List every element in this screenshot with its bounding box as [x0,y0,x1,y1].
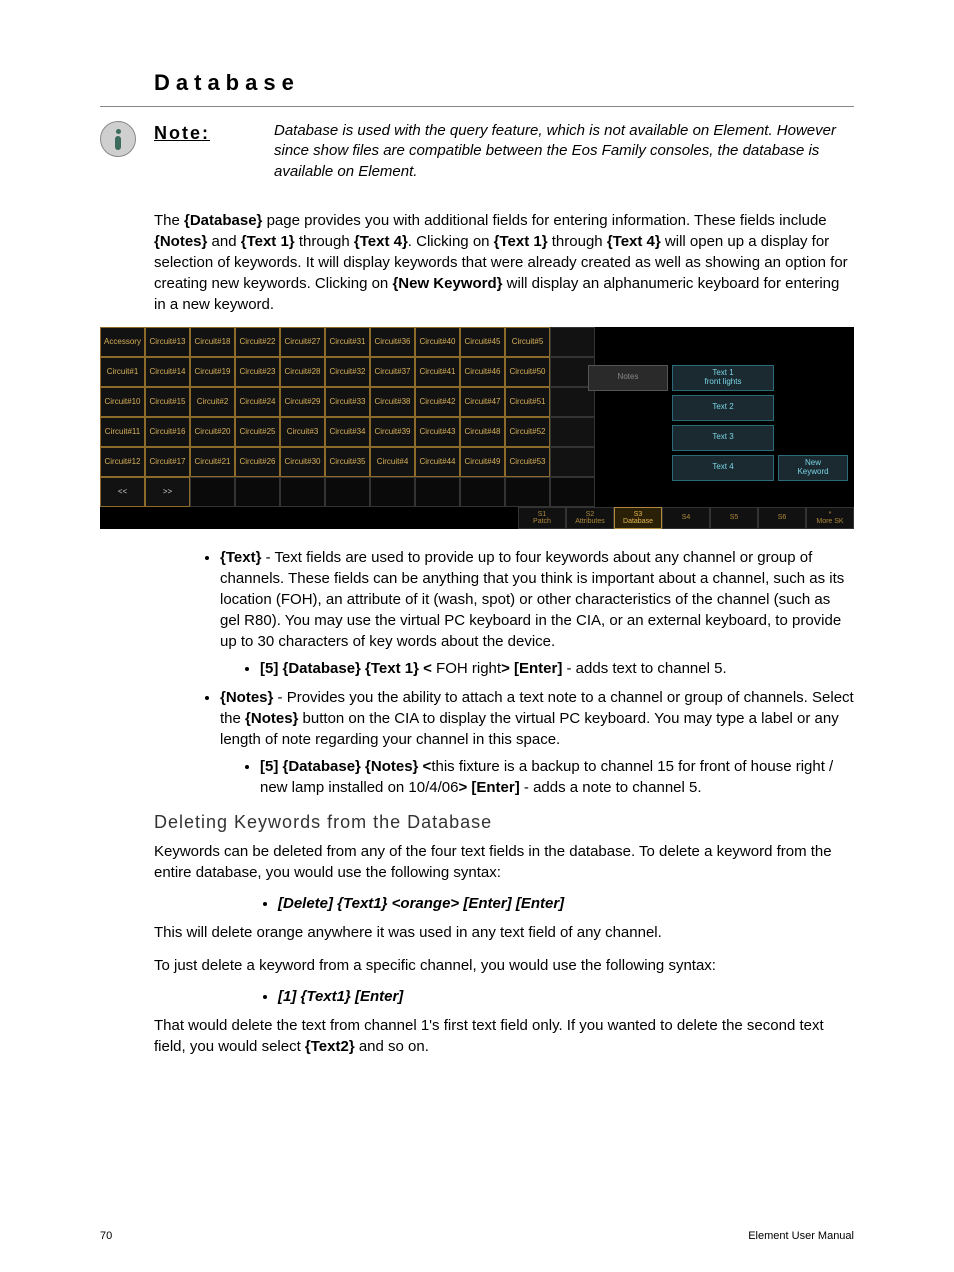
keyword-cell[interactable]: Circuit#5 [505,327,550,357]
bullet-notes-sub: [5] {Database} {Notes} <this fixture is … [260,756,854,798]
keyword-cell[interactable]: Circuit#36 [370,327,415,357]
keyword-cell[interactable]: Circuit#31 [325,327,370,357]
footer-right: Element User Manual [748,1230,854,1242]
keyword-cell[interactable]: Circuit#33 [325,387,370,417]
keyword-cell[interactable]: Circuit#53 [505,447,550,477]
keyword-cell[interactable]: Circuit#28 [280,357,325,387]
keyword-cell[interactable]: Circuit#51 [505,387,550,417]
keyword-cell[interactable]: Circuit#42 [415,387,460,417]
keyword-cell[interactable]: Circuit#40 [415,327,460,357]
keyword-cell[interactable]: Circuit#39 [370,417,415,447]
empty-cell [280,477,325,507]
keyword-cell[interactable]: Circuit#46 [460,357,505,387]
del-p1: Keywords can be deleted from any of the … [154,841,854,883]
keyword-cell[interactable]: Circuit#15 [145,387,190,417]
keyword-cell[interactable]: Circuit#35 [325,447,370,477]
keyword-cell[interactable]: Circuit#11 [100,417,145,447]
new-keyword-button[interactable]: New Keyword [778,455,848,481]
keyword-cell[interactable]: Circuit#4 [370,447,415,477]
bullet-text: {Text} - Text fields are used to provide… [220,547,854,679]
keyword-cell[interactable]: Circuit#17 [145,447,190,477]
keyword-cell[interactable]: Circuit#18 [190,327,235,357]
keyword-cell[interactable]: Circuit#50 [505,357,550,387]
keyword-cell[interactable]: Circuit#37 [370,357,415,387]
keyword-cell[interactable]: Circuit#29 [280,387,325,417]
database-screenshot: AccessoryCircuit#13Circuit#18Circuit#22C… [100,327,854,529]
keyword-cell[interactable]: Circuit#43 [415,417,460,447]
softkey-tab[interactable]: S1Patch [518,507,566,529]
newkw-b: Keyword [797,468,828,477]
empty-cell [415,477,460,507]
section-title: Database [154,70,854,100]
softkey-tab[interactable]: *More SK [806,507,854,529]
text2-button[interactable]: Text 2 [672,395,774,421]
text4-button[interactable]: Text 4 [672,455,774,481]
empty-cell [190,477,235,507]
empty-cell [370,477,415,507]
keyword-cell[interactable]: Circuit#19 [190,357,235,387]
softkey-tab[interactable]: S3Database [614,507,662,529]
keyword-cell[interactable]: Circuit#2 [190,387,235,417]
keyword-cell[interactable]: Circuit#14 [145,357,190,387]
del-p2: This will delete orange anywhere it was … [154,922,854,943]
note-label: Note: [154,121,274,144]
empty-cell [235,477,280,507]
keyword-cell[interactable]: << [100,477,145,507]
keyword-cell[interactable]: Circuit#44 [415,447,460,477]
text3-button[interactable]: Text 3 [672,425,774,451]
del-p4: That would delete the text from channel … [154,1015,854,1057]
bullet-text-sub: [5] {Database} {Text 1} < FOH right> [En… [260,658,854,679]
keyword-cell[interactable]: Circuit#27 [280,327,325,357]
keyword-cell[interactable]: Circuit#32 [325,357,370,387]
keyword-cell[interactable]: Circuit#22 [235,327,280,357]
keyword-cell[interactable]: Circuit#1 [100,357,145,387]
keyword-cell[interactable]: Circuit#34 [325,417,370,447]
keyword-cell[interactable]: Circuit#13 [145,327,190,357]
keyword-cell[interactable]: Circuit#3 [280,417,325,447]
divider [100,106,854,107]
text1-sub: front lights [705,378,742,387]
keyword-cell[interactable]: Circuit#21 [190,447,235,477]
del-p3: To just delete a keyword from a specific… [154,955,854,976]
empty-cell [505,477,550,507]
notes-button[interactable]: Notes [588,365,668,391]
keyword-cell[interactable]: Accessory [100,327,145,357]
bullet-notes: {Notes} - Provides you the ability to at… [220,687,854,798]
keyword-cell[interactable]: Circuit#30 [280,447,325,477]
empty-cell [325,477,370,507]
keyword-cell[interactable]: Circuit#12 [100,447,145,477]
syntax2: [1] {Text1} [Enter] [278,988,854,1005]
keyword-cell[interactable]: Circuit#47 [460,387,505,417]
keyword-cell[interactable]: Circuit#25 [235,417,280,447]
keyword-cell[interactable]: Circuit#38 [370,387,415,417]
keyword-cell[interactable]: Circuit#41 [415,357,460,387]
keyword-cell[interactable]: Circuit#48 [460,417,505,447]
empty-cell [460,477,505,507]
keyword-cell[interactable]: Circuit#23 [235,357,280,387]
page-number: 70 [100,1230,112,1242]
keyword-cell[interactable]: Circuit#26 [235,447,280,477]
keyword-cell[interactable]: Circuit#52 [505,417,550,447]
keyword-cell[interactable]: Circuit#10 [100,387,145,417]
note-body: Database is used with the query feature,… [274,121,854,182]
syntax1: [Delete] {Text1} <orange> [Enter] [Enter… [278,895,854,912]
keyword-cell[interactable]: Circuit#20 [190,417,235,447]
softkey-tab[interactable]: S2Attributes [566,507,614,529]
keyword-cell[interactable]: Circuit#49 [460,447,505,477]
keyword-cell[interactable]: Circuit#45 [460,327,505,357]
softkey-tab[interactable]: S4 [662,507,710,529]
info-icon [100,121,136,157]
softkey-tab[interactable]: S5 [710,507,758,529]
keyword-cell[interactable]: >> [145,477,190,507]
keyword-cell[interactable]: Circuit#24 [235,387,280,417]
text1-button[interactable]: Text 1 front lights [672,365,774,391]
intro-paragraph: The {Database} page provides you with ad… [154,210,854,315]
subheading-delete: Deleting Keywords from the Database [154,812,854,833]
softkey-tab[interactable]: S6 [758,507,806,529]
keyword-cell[interactable]: Circuit#16 [145,417,190,447]
